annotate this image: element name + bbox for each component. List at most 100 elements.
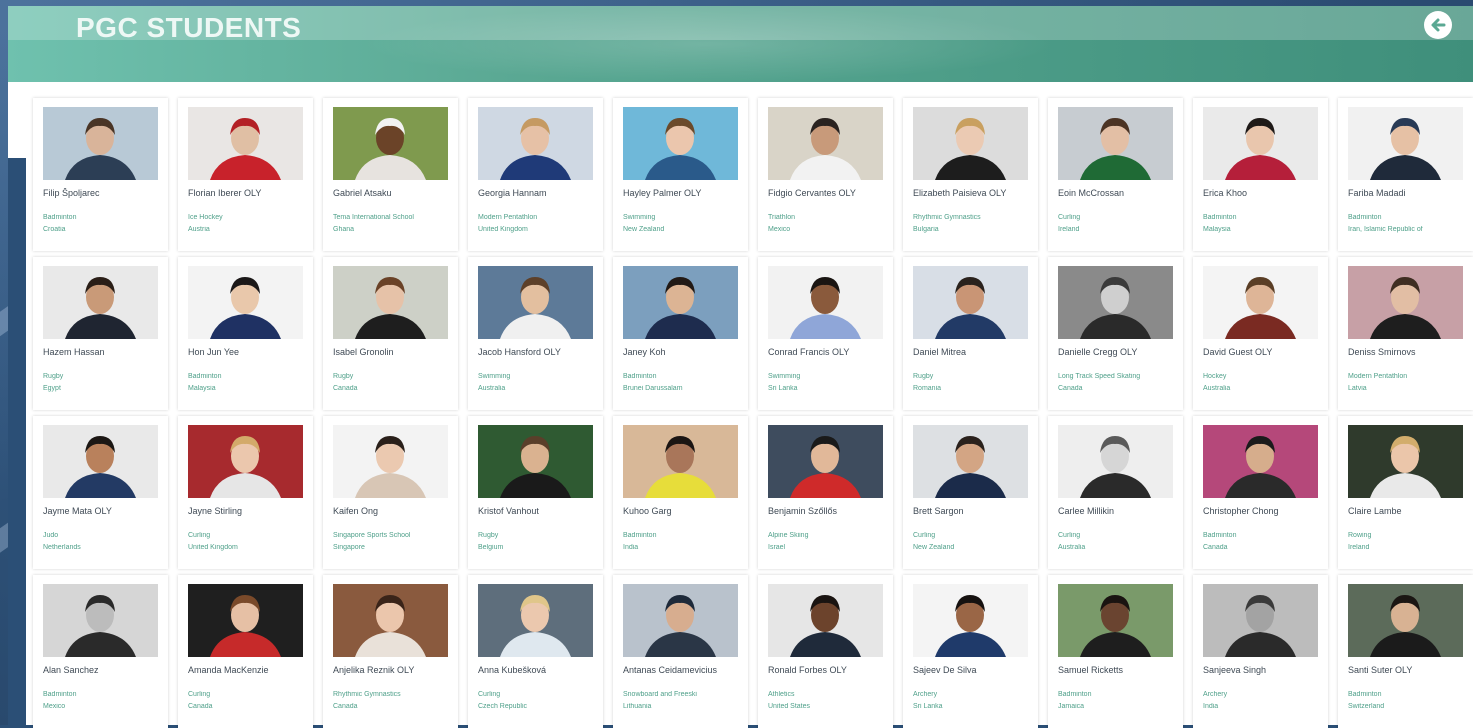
student-photo[interactable] [1203,266,1318,339]
student-card[interactable]: Deniss Smirnovs Modern Pentathlon Latvia [1338,257,1473,410]
student-card[interactable]: Fariba Madadi Badminton Iran, Islamic Repu… [1338,98,1473,251]
student-card[interactable]: Georgia Hannam Modern Pentathlon United Ki… [468,98,603,251]
student-photo[interactable] [913,425,1028,498]
student-card[interactable]: Jayme Mata OLY Judo Netherlands [33,416,168,569]
student-photo[interactable] [913,266,1028,339]
student-photo[interactable] [1058,584,1173,657]
student-name[interactable]: Sanjeeva Singh [1203,665,1325,675]
student-photo[interactable] [333,266,448,339]
student-photo[interactable] [913,584,1028,657]
student-name[interactable]: Fariba Madadi [1348,188,1470,198]
student-card[interactable]: Samuel Ricketts Badminton Jamaica [1048,575,1183,728]
student-name[interactable]: Jayme Mata OLY [43,506,165,516]
student-name[interactable]: Erica Khoo [1203,188,1325,198]
student-name[interactable]: Daniel Mitrea [913,347,1035,357]
student-photo[interactable] [623,584,738,657]
student-card[interactable]: Daniel Mitrea Rugby Romania [903,257,1038,410]
student-photo[interactable] [188,107,303,180]
student-name[interactable]: Georgia Hannam [478,188,600,198]
student-card[interactable]: Gabriel Atsaku Tema International School G… [323,98,458,251]
student-photo[interactable] [768,425,883,498]
student-name[interactable]: Janey Koh [623,347,745,357]
student-card[interactable]: Danielle Cregg OLY Long Track Speed Skati… [1048,257,1183,410]
student-name[interactable]: Kuhoo Garg [623,506,745,516]
student-card[interactable]: Fidgio Cervantes OLY Triathlon Mexico [758,98,893,251]
student-name[interactable]: Kristof Vanhout [478,506,600,516]
student-name[interactable]: Ronald Forbes OLY [768,665,890,675]
student-card[interactable]: Christopher Chong Badminton Canada [1193,416,1328,569]
student-card[interactable]: Janey Koh Badminton Brunei Darussalam [613,257,748,410]
student-photo[interactable] [333,107,448,180]
student-photo[interactable] [478,425,593,498]
student-photo[interactable] [623,266,738,339]
student-photo[interactable] [188,266,303,339]
student-name[interactable]: Sajeev De Silva [913,665,1035,675]
student-card[interactable]: Claire Lambe Rowing Ireland [1338,416,1473,569]
student-card[interactable]: Carlee Millikin Curling Australia [1048,416,1183,569]
student-card[interactable]: Kristof Vanhout Rugby Belgium [468,416,603,569]
student-card[interactable]: Jacob Hansford OLY Swimming Australia [468,257,603,410]
student-photo[interactable] [768,107,883,180]
student-name[interactable]: Isabel Gronolin [333,347,455,357]
student-card[interactable]: Sajeev De Silva Archery Sri Lanka [903,575,1038,728]
student-name[interactable]: Florian Iberer OLY [188,188,310,198]
student-card[interactable]: Hayley Palmer OLY Swimming New Zealand [613,98,748,251]
student-photo[interactable] [768,584,883,657]
student-card[interactable]: Ronald Forbes OLY Athletics United States [758,575,893,728]
student-card[interactable]: Eoin McCrossan Curling Ireland [1048,98,1183,251]
student-name[interactable]: Benjamin Szőllős [768,506,890,516]
student-photo[interactable] [1058,425,1173,498]
student-name[interactable]: Gabriel Atsaku [333,188,455,198]
student-name[interactable]: Kaifen Ong [333,506,455,516]
student-photo[interactable] [333,584,448,657]
student-card[interactable]: Hazem Hassan Rugby Egypt [33,257,168,410]
student-name[interactable]: Anjelika Reznik OLY [333,665,455,675]
student-name[interactable]: David Guest OLY [1203,347,1325,357]
student-name[interactable]: Claire Lambe [1348,506,1470,516]
student-name[interactable]: Hazem Hassan [43,347,165,357]
student-card[interactable]: Isabel Gronolin Rugby Canada [323,257,458,410]
student-name[interactable]: Christopher Chong [1203,506,1325,516]
student-name[interactable]: Samuel Ricketts [1058,665,1180,675]
student-card[interactable]: Antanas Ceidamevicius Snowboard and Frees… [613,575,748,728]
student-photo[interactable] [188,425,303,498]
student-card[interactable]: Santi Suter OLY Badminton Switzerland [1338,575,1473,728]
student-card[interactable]: Anna Kubešková Curling Czech Republic [468,575,603,728]
student-photo[interactable] [1348,107,1463,180]
student-photo[interactable] [43,425,158,498]
student-photo[interactable] [333,425,448,498]
student-card[interactable]: Jayne Stirling Curling United Kingdom [178,416,313,569]
student-card[interactable]: Amanda MacKenzie Curling Canada [178,575,313,728]
student-card[interactable]: Hon Jun Yee Badminton Malaysia [178,257,313,410]
student-photo[interactable] [1203,107,1318,180]
student-card[interactable]: Benjamin Szőllős Alpine Skiing Israel [758,416,893,569]
student-photo[interactable] [43,584,158,657]
student-name[interactable]: Conrad Francis OLY [768,347,890,357]
student-name[interactable]: Alan Sanchez [43,665,165,675]
student-photo[interactable] [478,107,593,180]
student-photo[interactable] [1348,584,1463,657]
student-card[interactable]: Elizabeth Paisieva OLY Rhythmic Gymnastic… [903,98,1038,251]
student-card[interactable]: Erica Khoo Badminton Malaysia [1193,98,1328,251]
student-photo[interactable] [1348,425,1463,498]
student-card[interactable]: Filip Špoljarec Badminton Croatia [33,98,168,251]
student-name[interactable]: Jayne Stirling [188,506,310,516]
student-name[interactable]: Hayley Palmer OLY [623,188,745,198]
student-photo[interactable] [1348,266,1463,339]
student-name[interactable]: Santi Suter OLY [1348,665,1470,675]
student-photo[interactable] [623,107,738,180]
student-name[interactable]: Brett Sargon [913,506,1035,516]
student-card[interactable]: Kaifen Ong Singapore Sports School Singapo… [323,416,458,569]
student-photo[interactable] [1058,107,1173,180]
student-photo[interactable] [188,584,303,657]
student-photo[interactable] [478,584,593,657]
student-name[interactable]: Hon Jun Yee [188,347,310,357]
student-photo[interactable] [1203,584,1318,657]
student-name[interactable]: Eoin McCrossan [1058,188,1180,198]
student-name[interactable]: Antanas Ceidamevicius [623,665,745,675]
student-name[interactable]: Deniss Smirnovs [1348,347,1470,357]
student-photo[interactable] [43,266,158,339]
student-photo[interactable] [1203,425,1318,498]
student-card[interactable]: Alan Sanchez Badminton Mexico [33,575,168,728]
student-name[interactable]: Danielle Cregg OLY [1058,347,1180,357]
